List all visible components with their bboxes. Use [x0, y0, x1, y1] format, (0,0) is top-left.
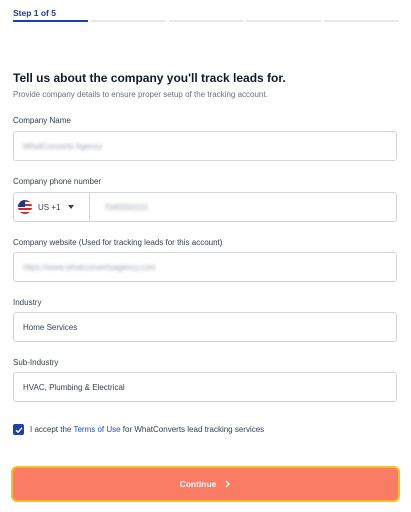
country-code-value: US +1 — [38, 202, 61, 212]
company-name-label: Company Name — [13, 116, 71, 125]
industry-value: Home Services — [23, 322, 78, 332]
sub-industry-value: HVAC, Plumbing & Electrical — [23, 382, 125, 392]
page-title: Tell us about the company you'll track l… — [13, 71, 286, 85]
company-name-value: WhatConverts Agency — [23, 141, 103, 151]
progress-segment — [168, 20, 244, 22]
terms-prefix: I accept the — [30, 425, 72, 434]
terms-of-use-link[interactable]: Terms of Use — [73, 425, 120, 434]
industry-label: Industry — [13, 298, 42, 307]
country-code-select[interactable]: US +1 — [13, 192, 89, 222]
company-phone-input[interactable]: 7045550101 — [89, 192, 397, 222]
progress-segment — [13, 20, 88, 22]
progress-bar — [13, 20, 399, 22]
company-website-value: https://www.whatconvertsagency.com — [23, 262, 156, 272]
terms-checkbox[interactable] — [13, 424, 24, 435]
continue-label: Continue — [179, 479, 217, 489]
progress-segment — [324, 20, 399, 22]
terms-suffix: for WhatConverts lead tracking services — [122, 425, 265, 434]
company-website-label: Company website (Used for tracking leads… — [13, 238, 223, 247]
company-website-input[interactable]: https://www.whatconvertsagency.com — [13, 252, 397, 282]
checkmark-icon — [15, 426, 23, 433]
step-label: Step 1 of 5 — [13, 8, 56, 18]
chevron-right-icon — [225, 480, 231, 488]
continue-button[interactable]: Continue — [11, 466, 400, 502]
page-subtitle: Provide company details to ensure proper… — [13, 90, 268, 99]
company-name-input[interactable]: WhatConverts Agency — [13, 131, 397, 161]
terms-row: I accept the Terms of Use for WhatConver… — [13, 424, 264, 435]
sub-industry-label: Sub-Industry — [13, 358, 59, 367]
industry-select[interactable]: Home Services — [13, 312, 397, 342]
progress-segment — [246, 20, 322, 22]
company-phone-value: 7045550101 — [104, 202, 149, 212]
company-phone-label: Company phone number — [13, 177, 102, 186]
us-flag-icon — [18, 200, 32, 214]
sub-industry-select[interactable]: HVAC, Plumbing & Electrical — [13, 372, 397, 402]
progress-segment — [90, 20, 166, 22]
phone-field-group: US +1 7045550101 — [13, 192, 397, 222]
chevron-down-icon — [68, 205, 75, 209]
